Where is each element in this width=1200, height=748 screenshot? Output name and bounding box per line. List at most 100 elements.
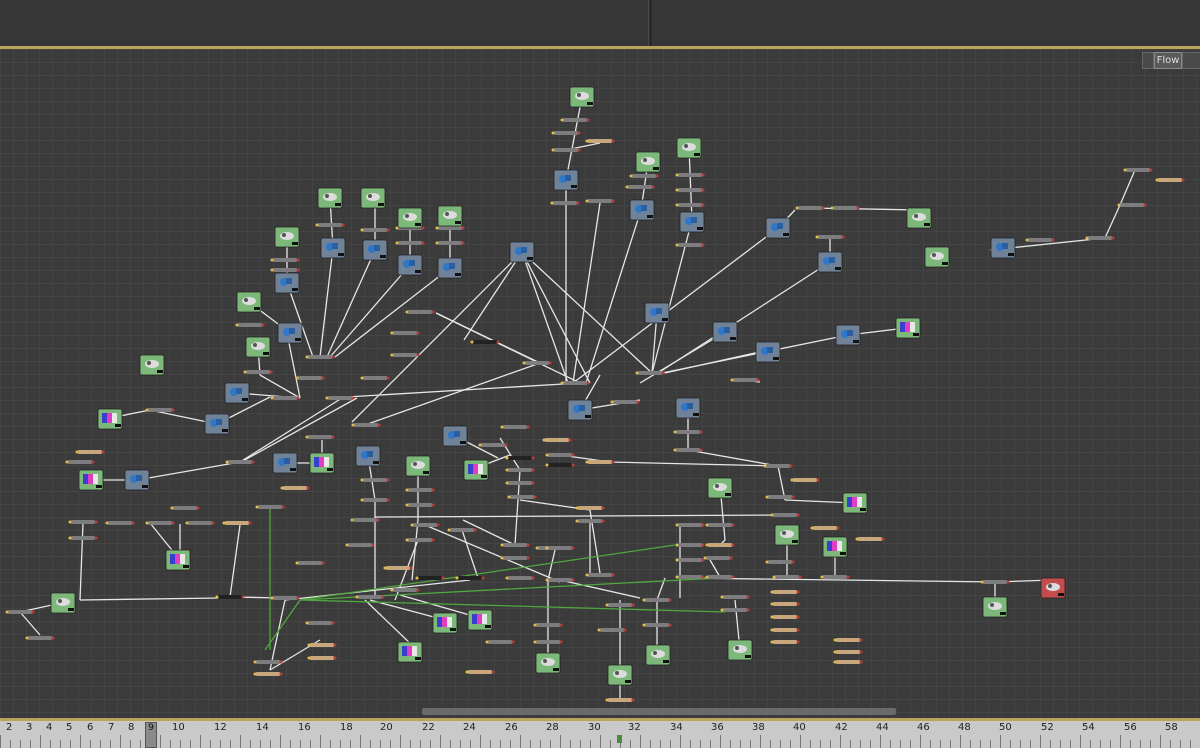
output-port[interactable] xyxy=(586,118,590,122)
output-port[interactable] xyxy=(531,576,535,580)
input-port[interactable] xyxy=(765,495,769,499)
input-port[interactable] xyxy=(560,118,564,122)
output-port[interactable] xyxy=(496,340,500,344)
pipe-node[interactable] xyxy=(836,650,860,654)
output-port[interactable] xyxy=(321,376,325,380)
pipe-node[interactable] xyxy=(768,495,792,499)
output-port[interactable] xyxy=(796,590,800,594)
input-port[interactable] xyxy=(307,643,311,647)
output-port[interactable] xyxy=(171,408,175,412)
input-port[interactable] xyxy=(455,576,459,580)
output-port[interactable] xyxy=(661,371,665,375)
pipe-node[interactable] xyxy=(563,118,587,122)
output-port[interactable] xyxy=(251,460,255,464)
output-port[interactable] xyxy=(296,268,300,272)
output-port[interactable] xyxy=(571,546,575,550)
input-port[interactable] xyxy=(980,580,984,584)
input-port[interactable] xyxy=(560,381,564,385)
output-port[interactable] xyxy=(559,640,563,644)
input-port[interactable] xyxy=(305,621,309,625)
output-port[interactable] xyxy=(668,623,672,627)
input-port[interactable] xyxy=(465,670,469,674)
pipe-node[interactable] xyxy=(645,623,669,627)
output-port[interactable] xyxy=(91,460,95,464)
pipe-node[interactable] xyxy=(8,610,32,614)
pipe-node[interactable] xyxy=(833,206,857,210)
output-port[interactable] xyxy=(571,463,575,467)
output-port[interactable] xyxy=(881,537,885,541)
input-port[interactable] xyxy=(270,268,274,272)
input-port[interactable] xyxy=(345,543,349,547)
input-port[interactable] xyxy=(360,228,364,232)
input-port[interactable] xyxy=(833,660,837,664)
pipe-node[interactable] xyxy=(508,576,532,580)
output-port[interactable] xyxy=(1181,178,1185,182)
input-port[interactable] xyxy=(585,573,589,577)
output-port[interactable] xyxy=(248,521,252,525)
input-port[interactable] xyxy=(355,595,359,599)
input-port[interactable] xyxy=(170,506,174,510)
output-port[interactable] xyxy=(577,131,581,135)
output-port[interactable] xyxy=(491,670,495,674)
input-port[interactable] xyxy=(500,543,504,547)
flow-node-graph[interactable] xyxy=(0,49,1200,719)
output-port[interactable] xyxy=(655,174,659,178)
input-port[interactable] xyxy=(770,602,774,606)
pipe-node[interactable] xyxy=(308,355,332,359)
pipe-node[interactable] xyxy=(766,464,790,468)
pipe-node[interactable] xyxy=(525,361,549,365)
output-port[interactable] xyxy=(331,355,335,359)
output-port[interactable] xyxy=(473,528,477,532)
pipe-node[interactable] xyxy=(393,588,417,592)
pipe-node[interactable] xyxy=(1126,168,1150,172)
input-port[interactable] xyxy=(790,478,794,482)
input-port[interactable] xyxy=(270,258,274,262)
input-port[interactable] xyxy=(507,495,511,499)
pipe-node[interactable] xyxy=(554,131,578,135)
pipe-node[interactable] xyxy=(823,575,847,579)
input-port[interactable] xyxy=(390,353,394,357)
output-port[interactable] xyxy=(701,173,705,177)
input-port[interactable] xyxy=(405,310,409,314)
input-port[interactable] xyxy=(222,521,226,525)
pipe-node[interactable] xyxy=(408,503,432,507)
pipe-node[interactable] xyxy=(588,573,612,577)
input-port[interactable] xyxy=(295,376,299,380)
pipe-node[interactable] xyxy=(813,526,837,530)
input-port[interactable] xyxy=(585,199,589,203)
current-frame-indicator[interactable]: 9 xyxy=(145,722,157,748)
output-port[interactable] xyxy=(416,353,420,357)
pipe-node[interactable] xyxy=(398,241,422,245)
pipe-node[interactable] xyxy=(386,566,410,570)
output-port[interactable] xyxy=(701,543,705,547)
output-port[interactable] xyxy=(1149,168,1153,172)
pipe-node[interactable] xyxy=(1120,203,1144,207)
pipe-node[interactable] xyxy=(148,521,172,525)
input-port[interactable] xyxy=(390,331,394,335)
output-port[interactable] xyxy=(241,595,245,599)
input-port[interactable] xyxy=(770,615,774,619)
pipe-node[interactable] xyxy=(548,453,572,457)
output-port[interactable] xyxy=(821,206,825,210)
input-port[interactable] xyxy=(360,498,364,502)
input-port[interactable] xyxy=(295,561,299,565)
input-port[interactable] xyxy=(575,519,579,523)
input-port[interactable] xyxy=(5,610,9,614)
pipe-node[interactable] xyxy=(798,206,822,210)
output-port[interactable] xyxy=(31,610,35,614)
pipe-node[interactable] xyxy=(283,486,307,490)
input-port[interactable] xyxy=(629,174,633,178)
input-port[interactable] xyxy=(575,506,579,510)
input-port[interactable] xyxy=(673,448,677,452)
output-port[interactable] xyxy=(699,430,703,434)
output-port[interactable] xyxy=(431,503,435,507)
output-port[interactable] xyxy=(841,235,845,239)
output-port[interactable] xyxy=(577,148,581,152)
input-port[interactable] xyxy=(145,521,149,525)
input-port[interactable] xyxy=(770,513,774,517)
pipe-node[interactable] xyxy=(708,523,732,527)
pipe-node[interactable] xyxy=(588,139,612,143)
input-port[interactable] xyxy=(215,595,219,599)
output-port[interactable] xyxy=(504,443,508,447)
output-port[interactable] xyxy=(333,643,337,647)
